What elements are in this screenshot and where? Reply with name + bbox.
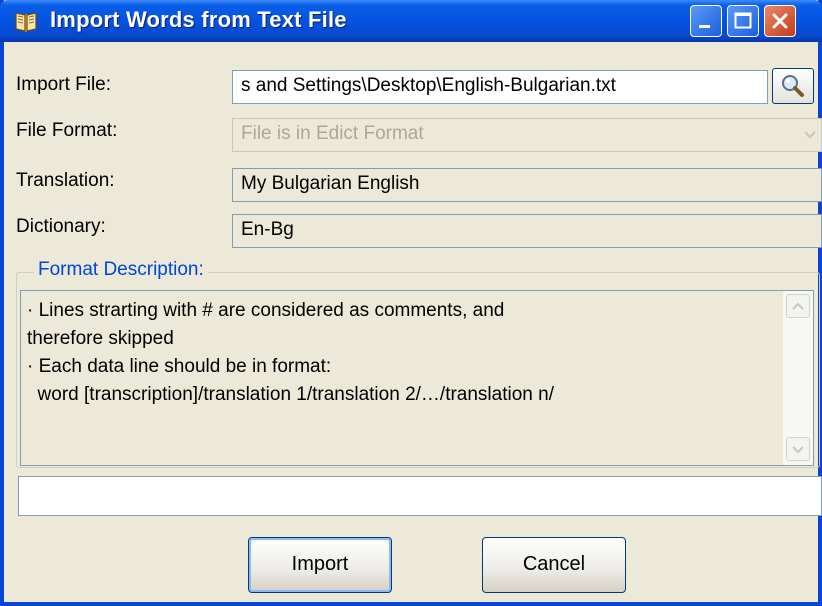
import-dialog: Import Words from Text File Import File:… [0,0,822,606]
memo-scrollbar[interactable] [783,291,813,465]
maximize-button[interactable] [727,5,759,37]
dictionary-label: Dictionary: [16,216,106,237]
chevron-down-icon [799,119,821,151]
format-description-legend: Format Description: [34,259,208,281]
format-description-text: · Lines strarting with # are considered … [27,297,777,409]
memo-line: therefore skipped [27,328,174,349]
import-button[interactable]: Import [248,537,392,593]
scroll-down-button[interactable] [786,437,810,461]
file-format-label: File Format: [16,120,118,141]
book-icon [14,9,38,33]
window-title: Import Words from Text File [50,7,347,32]
translation-label: Translation: [16,170,115,191]
memo-line: word [transcription]/translation 1/trans… [27,384,554,405]
file-format-value: File is in Edict Format [241,123,424,144]
memo-line: · Each data line should be in format: [27,356,332,377]
close-button[interactable] [764,5,796,37]
cancel-button[interactable]: Cancel [482,537,626,593]
import-file-input[interactable]: s and Settings\Desktop\English-Bulgarian… [232,70,768,104]
import-file-label: Import File: [16,74,112,95]
memo-line: · Lines strarting with # are considered … [27,300,505,321]
browse-button[interactable] [772,68,814,104]
magnifier-icon [773,75,813,107]
status-field [18,476,822,516]
minimize-button[interactable] [690,5,722,37]
translation-field[interactable]: My Bulgarian English [232,168,822,202]
file-format-select: File is in Edict Format [232,118,822,152]
format-description-memo[interactable]: · Lines strarting with # are considered … [20,290,814,466]
dictionary-field[interactable]: En-Bg [232,214,822,248]
scroll-up-button[interactable] [786,294,810,318]
title-bar[interactable]: Import Words from Text File [0,0,822,42]
